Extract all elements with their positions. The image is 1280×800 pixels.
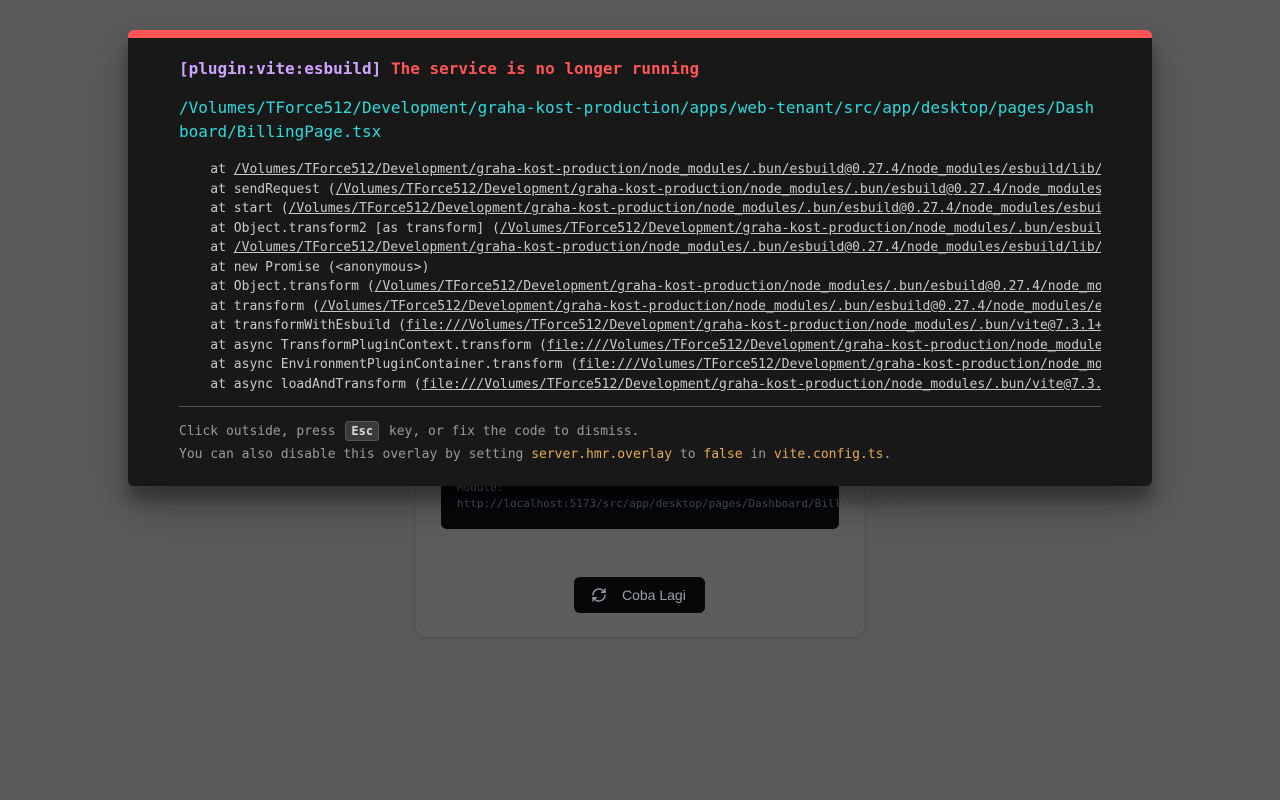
stack-line: at sendRequest (/Volumes/TForce512/Devel…	[179, 180, 1101, 200]
disable-tip: You can also disable this overlay by set…	[179, 444, 891, 466]
stack-line: at /Volumes/TForce512/Development/graha-…	[179, 238, 1101, 258]
tip-text: to	[672, 447, 704, 462]
stack-file-link[interactable]: file:///Volumes/TForce512/Development/gr…	[547, 338, 1101, 353]
stack-line: at transform (/Volumes/TForce512/Develop…	[179, 297, 1101, 317]
stack-file-link[interactable]: /Volumes/TForce512/Development/graha-kos…	[320, 299, 1101, 314]
stack-trace: at /Volumes/TForce512/Development/graha-…	[179, 160, 1101, 394]
stack-line-prefix: at	[179, 162, 234, 177]
tip-text: Click outside, press	[179, 424, 344, 439]
stack-line-prefix: at	[179, 240, 234, 255]
retry-button[interactable]: Coba Lagi	[574, 577, 705, 613]
stack-line: at async TransformPluginContext.transfor…	[179, 336, 1101, 356]
stack-line-prefix: at async TransformPluginContext.transfor…	[179, 337, 547, 353]
stack-file-link[interactable]: /Volumes/TForce512/Development/graha-kos…	[234, 162, 1101, 177]
plugin-name: [plugin:vite:esbuild]	[179, 59, 382, 78]
overlay-divider	[179, 406, 1101, 407]
stack-line: at async EnvironmentPluginContainer.tran…	[179, 355, 1101, 375]
esc-key: Esc	[345, 421, 380, 441]
stack-file-link[interactable]: file:///Volumes/TForce512/Development/gr…	[406, 318, 1101, 333]
tip-text: in	[742, 447, 774, 462]
stack-file-link[interactable]: /Volumes/TForce512/Development/graha-kos…	[500, 221, 1101, 236]
stack-line-prefix: at Object.transform (	[179, 279, 375, 294]
stack-line-prefix: at async EnvironmentPluginContainer.tran…	[179, 357, 579, 372]
stack-file-link[interactable]: /Volumes/TForce512/Development/graha-kos…	[375, 279, 1101, 294]
error-overlay: [plugin:vite:esbuild] The service is no …	[128, 30, 1152, 486]
stack-line-prefix: at async loadAndTransform (	[179, 376, 422, 392]
tip-text: key, or fix the code to dismiss.	[381, 424, 640, 439]
stack-line: at transformWithEsbuild (file:///Volumes…	[179, 316, 1101, 336]
stack-line: at start (/Volumes/TForce512/Development…	[179, 199, 1101, 219]
setting-name: server.hmr.overlay	[531, 447, 673, 462]
error-file-path[interactable]: /Volumes/TForce512/Development/graha-kos…	[179, 96, 1101, 144]
config-file: vite.config.ts	[773, 447, 884, 462]
stack-line: at new Promise (<anonymous>)	[179, 258, 1101, 278]
stack-line-prefix: at Object.transform2 [as transform] (	[179, 220, 500, 236]
tip-text: You can also disable this overlay by set…	[179, 447, 532, 462]
stack-line-prefix: at transformWithEsbuild (	[179, 318, 406, 333]
stack-line: at async loadAndTransform (file:///Volum…	[179, 375, 1101, 395]
dismiss-tip: Click outside, press Esc key, or fix the…	[179, 421, 639, 443]
stack-file-link[interactable]: file:///Volumes/TForce512/Development/gr…	[578, 357, 1101, 372]
stack-file-link[interactable]: file:///Volumes/TForce512/Development/gr…	[422, 377, 1101, 392]
stack-line-prefix: at new Promise (<anonymous>)	[179, 259, 430, 275]
stack-line: at Object.transform2 [as transform] (/Vo…	[179, 219, 1101, 239]
stack-line-prefix: at sendRequest (	[179, 181, 336, 197]
error-text: The service is no longer running	[390, 59, 700, 78]
stack-line-prefix: at transform (	[179, 298, 320, 314]
code-line-url: http://localhost:5173/src/app/desktop/pa…	[457, 497, 914, 510]
error-message: [plugin:vite:esbuild] The service is no …	[179, 58, 699, 80]
setting-value: false	[703, 447, 743, 462]
stack-file-link[interactable]: /Volumes/TForce512/Development/graha-kos…	[289, 201, 1101, 216]
stack-file-link[interactable]: /Volumes/TForce512/Development/graha-kos…	[234, 240, 1101, 255]
retry-button-label: Coba Lagi	[622, 587, 686, 603]
stack-line: at Object.transform (/Volumes/TForce512/…	[179, 277, 1101, 297]
stack-line-prefix: at start (	[179, 201, 289, 216]
tip-text: .	[883, 447, 892, 462]
refresh-icon	[592, 588, 606, 602]
stack-line: at /Volumes/TForce512/Development/graha-…	[179, 160, 1101, 180]
stack-file-link[interactable]: /Volumes/TForce512/Development/graha-kos…	[336, 182, 1101, 197]
